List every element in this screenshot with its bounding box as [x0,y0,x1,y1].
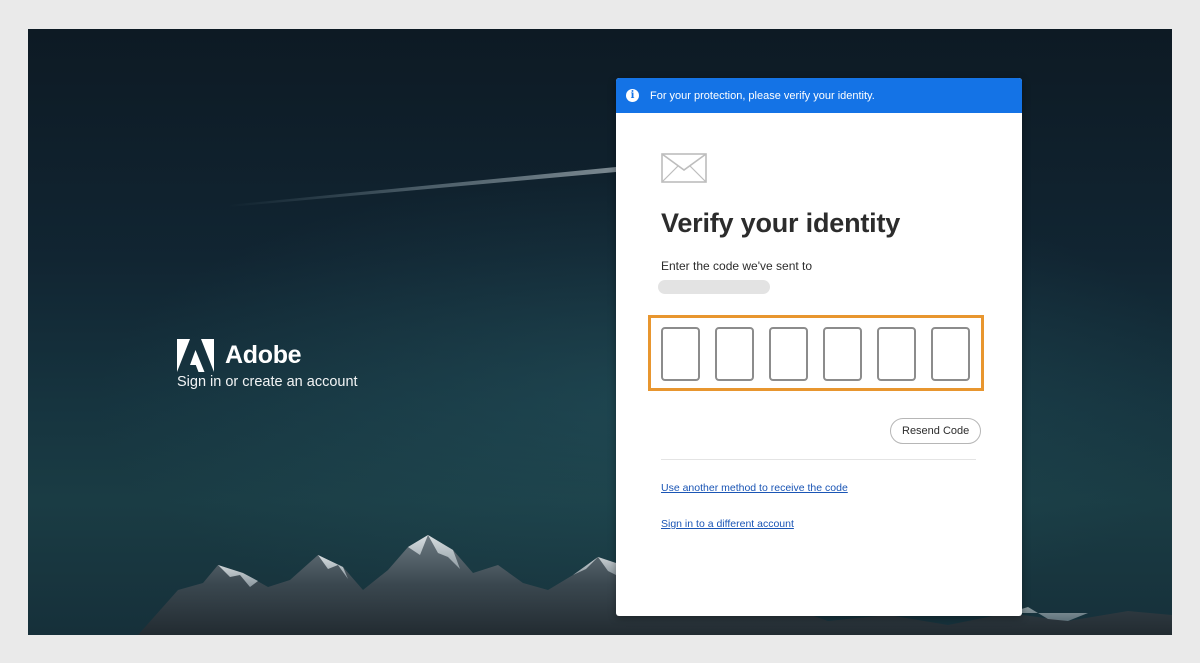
brand-tagline: Sign in or create an account [177,374,358,390]
brand-name: Adobe [225,341,302,369]
redacted-email [658,280,770,294]
adobe-logo-icon [177,339,214,372]
code-digit-input[interactable] [823,327,862,381]
envelope-icon [661,153,707,183]
protection-banner: i For your protection, please verify you… [616,78,1022,113]
code-digit-input[interactable] [877,327,916,381]
code-digit-input[interactable] [715,327,754,381]
sign-in-page: Adobe Sign in or create an account i For… [28,29,1172,635]
code-digit-input[interactable] [931,327,970,381]
info-icon: i [626,89,639,102]
divider [661,459,976,460]
other-method-link[interactable]: Use another method to receive the code [661,482,848,494]
code-input-row [661,327,970,381]
resend-code-button[interactable]: Resend Code [890,418,982,444]
banner-text: For your protection, please verify your … [650,89,875,102]
adobe-brand: Adobe Sign in or create an account [177,339,358,390]
page-title: Verify your identity [661,208,901,238]
code-sent-prompt: Enter the code we've sent to [661,259,813,273]
different-account-link[interactable]: Sign in to a different account [661,518,794,530]
code-digit-input[interactable] [661,327,700,381]
verify-identity-card: i For your protection, please verify you… [616,78,1022,616]
code-digit-input[interactable] [769,327,808,381]
